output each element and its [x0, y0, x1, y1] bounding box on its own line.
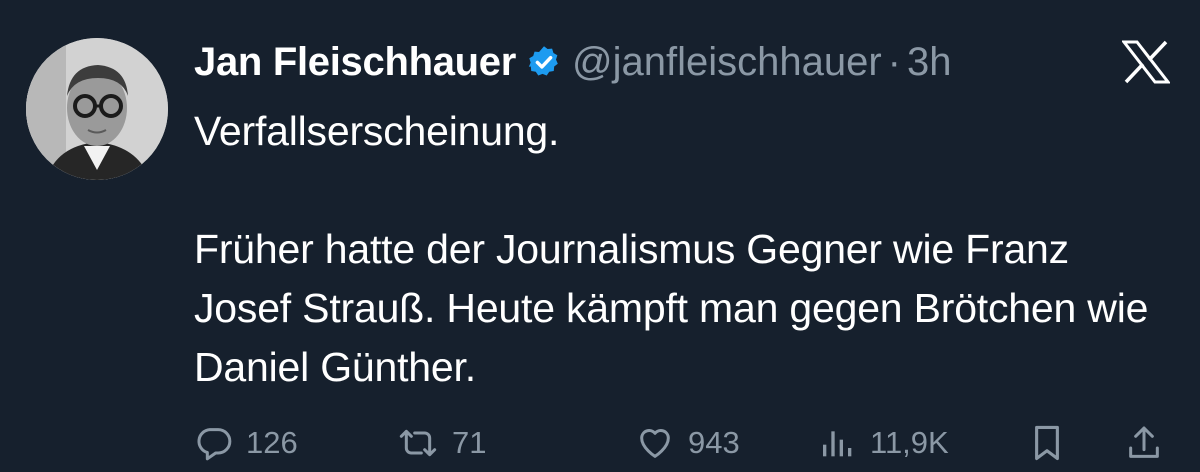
timestamp[interactable]: 3h [907, 40, 952, 85]
x-logo-icon[interactable] [1122, 40, 1170, 84]
repost-icon [396, 423, 440, 463]
tweet-header: Jan Fleischhauer @janfleischhauer · 3h [194, 36, 952, 88]
tweet-text-paragraph-2: Früher hatte der Journalismus Gegner wie… [194, 226, 1149, 390]
tweet-text: Verfallserscheinung. Früher hatte der Jo… [194, 102, 1174, 397]
reply-icon [194, 423, 234, 463]
views-icon [818, 423, 858, 463]
like-button[interactable]: 943 [634, 418, 740, 468]
avatar-image [26, 38, 168, 180]
tweet-actions: 126 71 943 11,9K [0, 418, 1200, 468]
separator-dot: · [887, 39, 901, 84]
heart-icon [634, 423, 676, 463]
view-count: 11,9K [870, 425, 949, 460]
bookmark-icon [1028, 422, 1066, 464]
reply-button[interactable]: 126 [194, 418, 298, 468]
verified-badge-icon [526, 44, 562, 80]
reply-count: 126 [246, 425, 298, 460]
repost-count: 71 [452, 425, 487, 460]
avatar[interactable] [26, 38, 168, 180]
views-button[interactable]: 11,9K [818, 418, 949, 468]
share-icon [1124, 422, 1164, 464]
tweet-text-line-1: Verfallserscheinung. [194, 108, 560, 154]
like-count: 943 [688, 425, 740, 460]
author-handle[interactable]: @janfleischhauer [572, 40, 882, 85]
bookmark-button[interactable] [1028, 418, 1066, 468]
tweet-card: Jan Fleischhauer @janfleischhauer · 3h V… [0, 0, 1200, 472]
share-button[interactable] [1124, 418, 1164, 468]
handle-and-time: @janfleischhauer · 3h [572, 40, 952, 85]
repost-button[interactable]: 71 [396, 418, 486, 468]
author-name[interactable]: Jan Fleischhauer [194, 40, 516, 85]
